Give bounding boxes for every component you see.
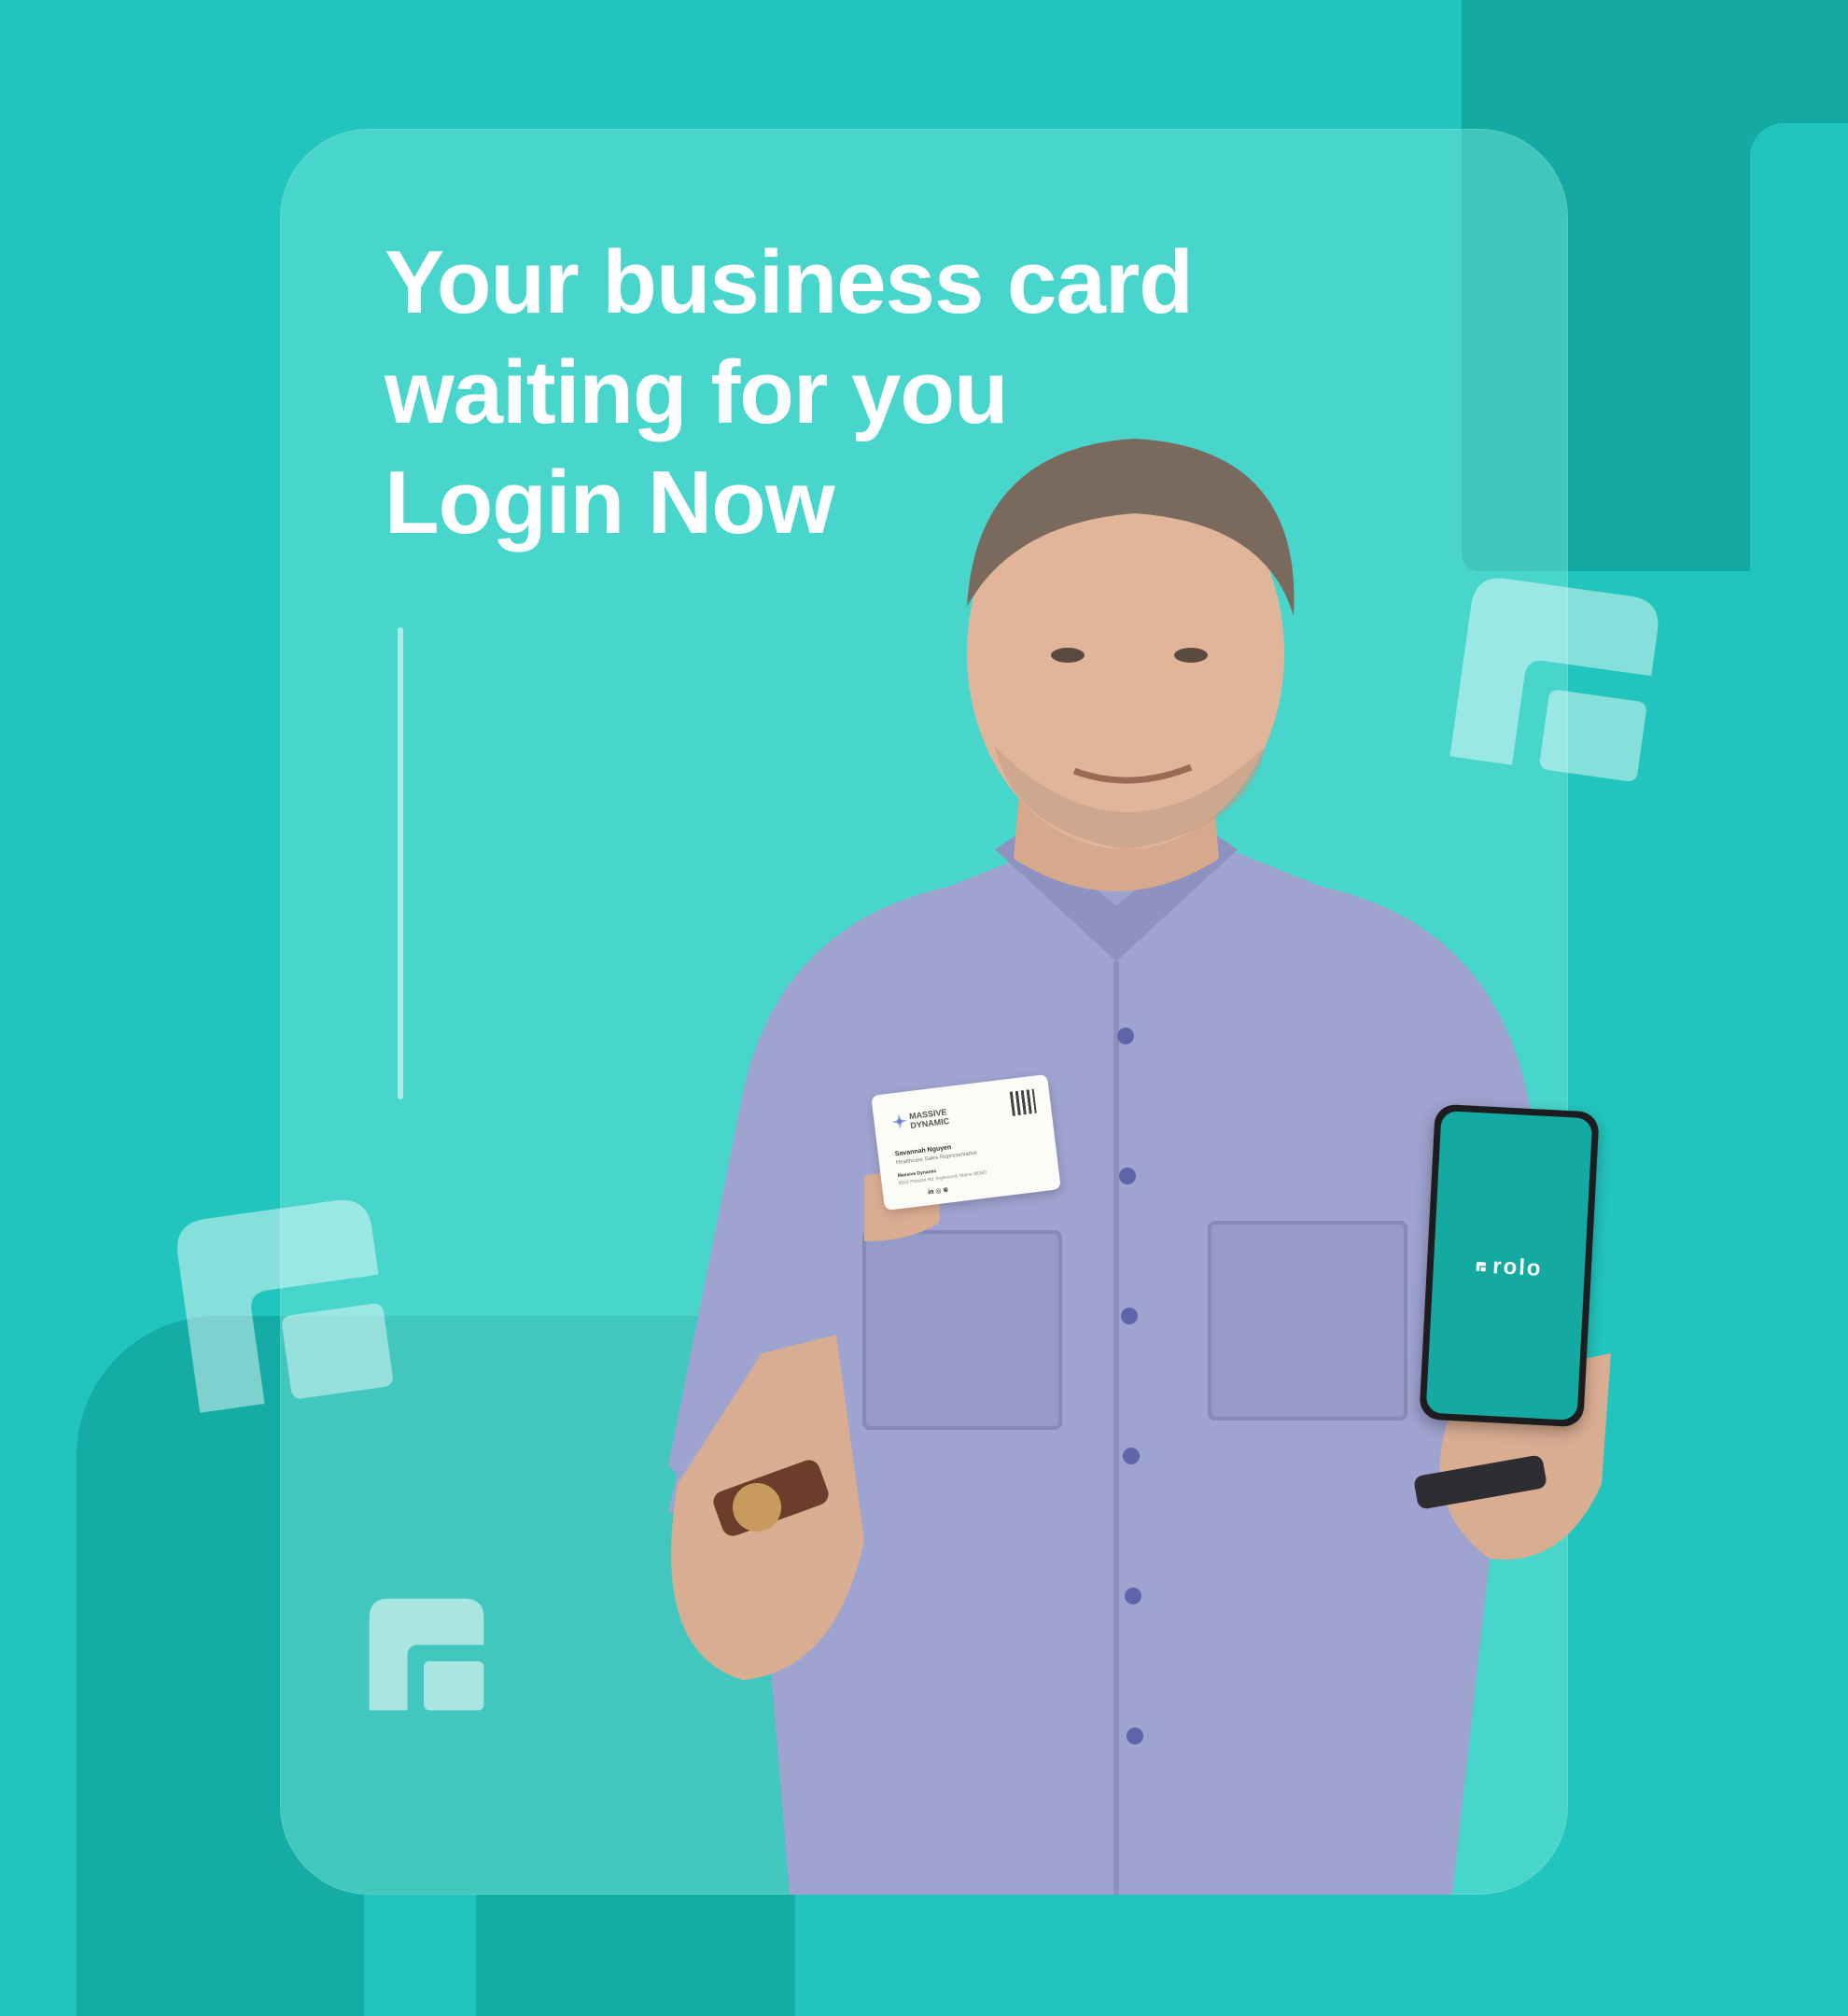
business-card: MASSIVE DYNAMIC Savannah Nguyen Healthca… (871, 1073, 1061, 1211)
phone-brand-text: rolo (1491, 1253, 1544, 1281)
rolo-logo-icon (358, 1590, 495, 1727)
massive-dynamic-logo-icon (891, 1113, 907, 1129)
phone: rolo (1419, 1103, 1600, 1428)
rolo-logo-icon (1476, 1261, 1487, 1272)
phone-brand: rolo (1433, 1251, 1585, 1284)
background-cutout-bottom-left (364, 1895, 476, 2016)
headline-line-1: Your business card (385, 232, 1194, 332)
vertical-divider (398, 627, 403, 1099)
phone-screen: rolo (1425, 1110, 1593, 1421)
background-cutout-top-right (1750, 123, 1848, 571)
business-card-social-icons: in ◎ ⊗ (927, 1186, 949, 1197)
business-card-brand: MASSIVE DYNAMIC (908, 1107, 950, 1131)
qr-code-icon (1009, 1088, 1037, 1116)
rolo-logo-icon (168, 1195, 401, 1428)
headline-line-2: waiting for you (385, 343, 1009, 442)
